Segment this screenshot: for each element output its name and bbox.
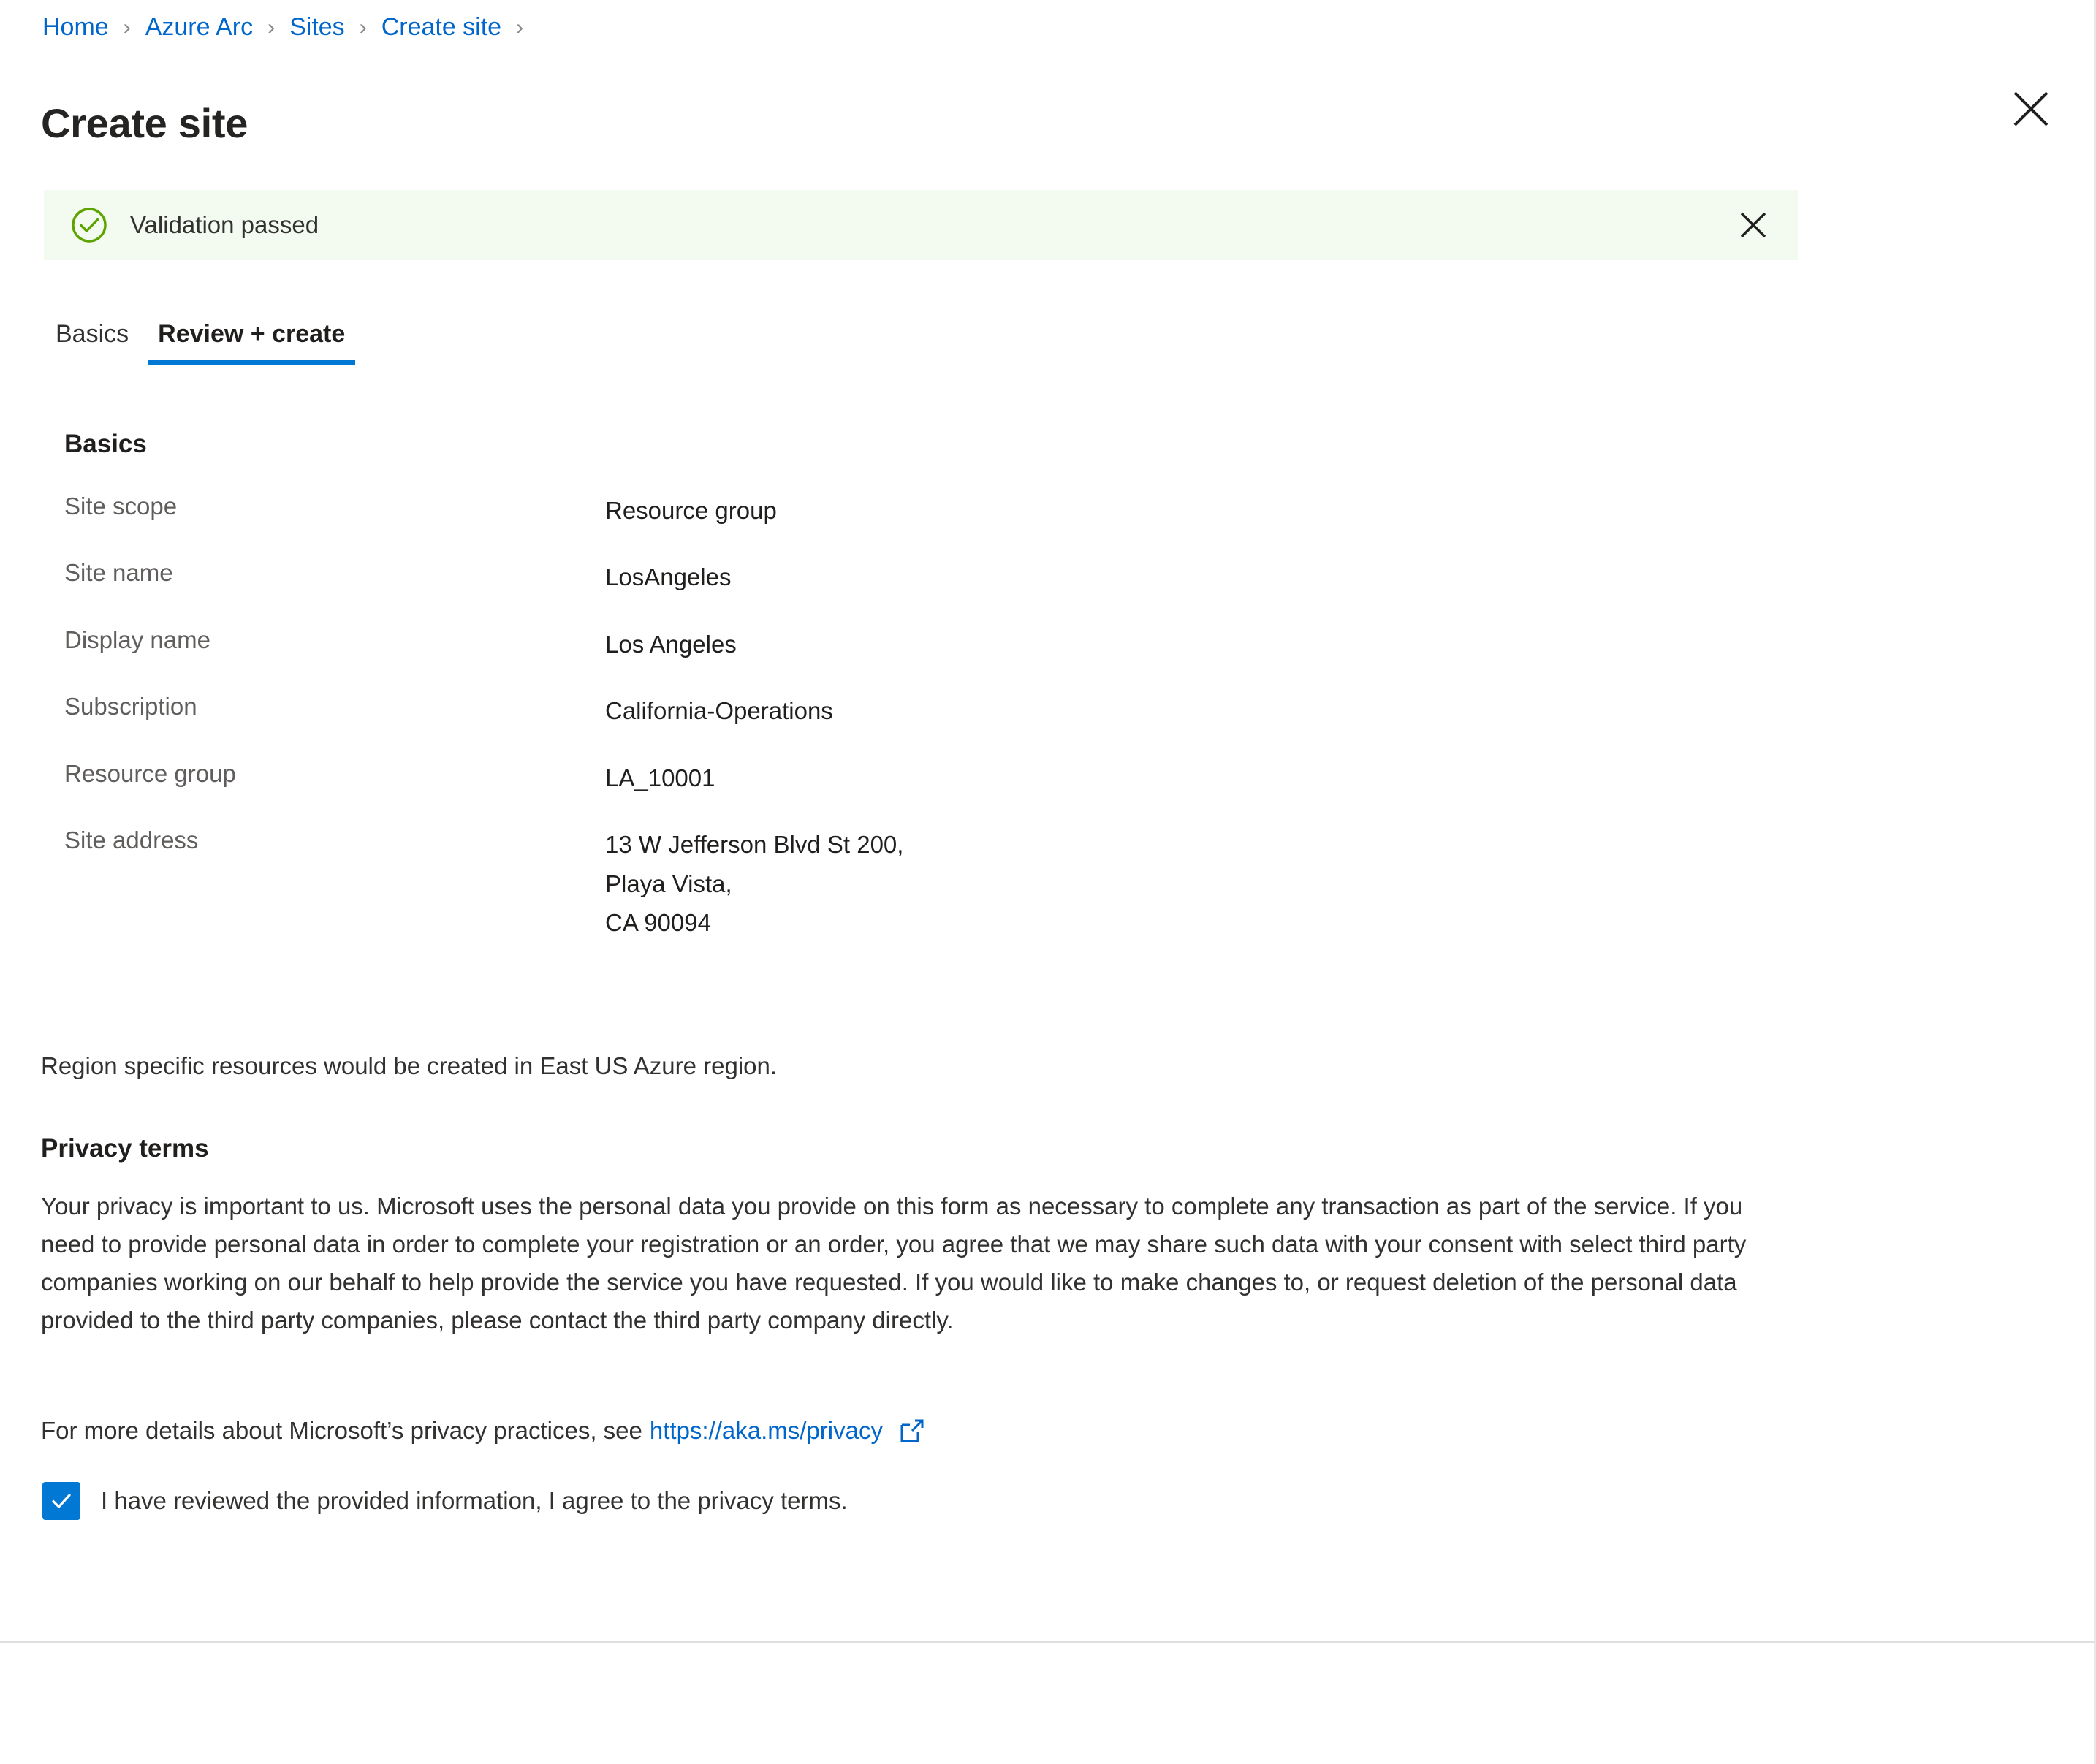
- summary-row-value: Resource group: [605, 497, 777, 524]
- summary-row: Site address 13 W Jefferson Blvd St 200,…: [64, 825, 1745, 942]
- privacy-agree-label[interactable]: I have reviewed the provided information…: [101, 1487, 848, 1515]
- privacy-link-prefix: For more details about Microsoft’s priva…: [41, 1417, 642, 1444]
- chevron-right-icon: ›: [267, 15, 276, 39]
- summary-row-label: Display name: [64, 626, 210, 653]
- chevron-right-icon: ›: [359, 15, 367, 39]
- summary-row-value: LA_10001: [605, 764, 715, 791]
- close-icon: [1740, 212, 1766, 238]
- create-site-blade: Home › Azure Arc › Sites › Create site ›…: [0, 0, 2096, 1764]
- summary-row-label: Site scope: [64, 493, 178, 520]
- chevron-right-icon: ›: [123, 15, 131, 39]
- summary-row-value: LosAngeles: [605, 563, 732, 591]
- summary-row-label: Site address: [64, 826, 199, 854]
- breadcrumb-item-sites[interactable]: Sites: [289, 13, 345, 42]
- tab-basics[interactable]: Basics: [41, 320, 143, 365]
- summary-row: Subscription California-Operations: [64, 691, 1745, 730]
- close-icon: [2013, 91, 2048, 126]
- summary-row-label: Subscription: [64, 693, 197, 721]
- breadcrumb-item-home[interactable]: Home: [42, 13, 109, 42]
- summary-row: Site scope Resource group: [64, 491, 1745, 530]
- privacy-agree-row[interactable]: I have reviewed the provided information…: [42, 1482, 848, 1520]
- breadcrumb-item-create-site[interactable]: Create site: [381, 13, 501, 42]
- close-blade-button[interactable]: [2008, 86, 2054, 132]
- privacy-terms-text: Your privacy is important to us. Microso…: [41, 1193, 1747, 1334]
- page-title: Create site: [41, 99, 248, 146]
- summary-row-value: California-Operations: [605, 697, 833, 725]
- chevron-right-icon: ›: [516, 15, 524, 39]
- breadcrumb: Home › Azure Arc › Sites › Create site ›: [42, 13, 538, 42]
- summary-row-value: Los Angeles: [605, 630, 737, 658]
- section-heading-privacy-terms: Privacy terms: [41, 1134, 209, 1163]
- external-link-icon[interactable]: [897, 1416, 927, 1445]
- tab-basics-label: Basics: [56, 320, 129, 348]
- tab-review-create[interactable]: Review + create: [143, 320, 360, 365]
- summary-row: Site name LosAngeles: [64, 558, 1745, 596]
- tab-review-create-label: Review + create: [158, 320, 346, 348]
- privacy-agree-checkbox[interactable]: [42, 1482, 80, 1520]
- validation-banner: Validation passed: [44, 190, 1798, 260]
- section-heading-basics: Basics: [64, 430, 147, 458]
- validation-message: Validation passed: [130, 211, 319, 238]
- wizard-footer: Create < Previous Next Give feedback: [0, 1643, 2096, 1764]
- summary-row-value: 13 W Jefferson Blvd St 200, Playa Vista,…: [605, 831, 904, 937]
- region-note: Region specific resources would be creat…: [41, 1052, 778, 1079]
- check-circle-icon: [70, 206, 108, 244]
- summary-row-label: Resource group: [64, 759, 236, 787]
- summary-row-label: Site name: [64, 559, 173, 587]
- summary-row: Display name Los Angeles: [64, 625, 1745, 664]
- check-icon: [52, 1494, 71, 1508]
- breadcrumb-item-azure-arc[interactable]: Azure Arc: [145, 13, 253, 42]
- dismiss-banner-button[interactable]: [1735, 207, 1772, 243]
- summary-row: Resource group LA_10001: [64, 759, 1745, 797]
- privacy-policy-link[interactable]: https://aka.ms/privacy: [650, 1417, 883, 1445]
- basics-summary-list: Site scope Resource group Site name LosA…: [64, 491, 1745, 970]
- privacy-link-line: For more details about Microsoft’s priva…: [41, 1416, 927, 1445]
- wizard-tabs: Basics Review + create: [41, 320, 360, 365]
